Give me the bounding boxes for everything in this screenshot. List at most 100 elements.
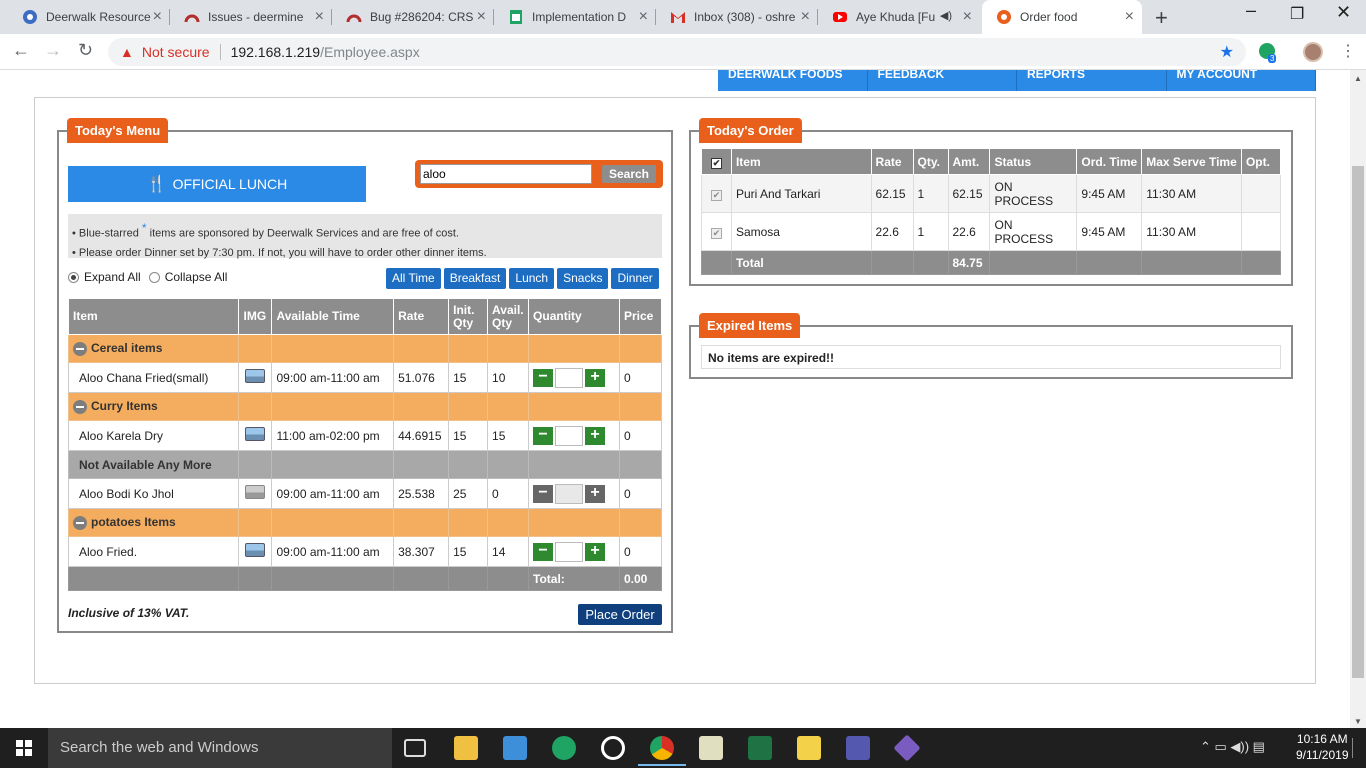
address-bar[interactable]: ▲ Not secure 192.168.1.219/Employee.aspx…: [108, 38, 1246, 66]
image-icon[interactable]: [245, 427, 266, 441]
item-time: 09:00 am-11:00 am: [271, 478, 395, 509]
tab-bug[interactable]: Bug #286204: CRS ×: [332, 0, 494, 34]
collapse-minus-icon[interactable]: [73, 341, 87, 356]
system-tray-icons[interactable]: ⌃ ▭ ◀)) ▤: [1200, 739, 1265, 755]
item-time: 09:00 am-11:00 am: [271, 536, 395, 567]
chrome-icon[interactable]: [638, 736, 686, 766]
filter-all-time-button[interactable]: All Time: [386, 268, 441, 289]
decrement-button[interactable]: −: [533, 426, 554, 445]
show-desktop-button[interactable]: [1352, 738, 1360, 758]
tab-deerwalk-resource[interactable]: Deerwalk Resource ×: [8, 0, 170, 34]
hangouts-icon[interactable]: [552, 736, 576, 760]
close-icon[interactable]: ×: [315, 9, 324, 25]
windows-start-icon[interactable]: [16, 740, 32, 756]
table-row: Aloo Chana Fried(small) 09:00 am-11:00 a…: [67, 362, 663, 393]
close-icon[interactable]: ×: [963, 9, 972, 25]
increment-button[interactable]: +: [585, 368, 606, 387]
expand-all-radio[interactable]: [68, 271, 79, 283]
close-icon[interactable]: ×: [801, 9, 810, 25]
image-icon[interactable]: [245, 543, 266, 557]
sticky-notes-icon[interactable]: [797, 736, 821, 760]
audio-playing-icon[interactable]: ◀): [940, 9, 952, 22]
url-host: 192.168.1.219: [230, 44, 321, 60]
place-order-button[interactable]: Place Order: [578, 604, 662, 625]
tab-inbox[interactable]: Inbox (308) - oshre ×: [656, 0, 818, 34]
close-icon[interactable]: ×: [639, 9, 648, 25]
filter-lunch-button[interactable]: Lunch: [509, 268, 555, 289]
col-price: Price: [618, 298, 663, 335]
filter-breakfast-button[interactable]: Breakfast: [443, 268, 507, 289]
not-secure-label[interactable]: Not secure: [142, 44, 210, 60]
tab-order-food[interactable]: Order food ×: [982, 0, 1142, 34]
new-tab-plus-icon[interactable]: +: [1155, 5, 1168, 31]
collapse-minus-icon[interactable]: [73, 515, 87, 530]
back-arrow-icon[interactable]: ←: [12, 40, 30, 61]
increment-button[interactable]: +: [585, 542, 606, 561]
category-row[interactable]: potatoes Items: [67, 508, 663, 537]
nav-my-account[interactable]: My Account: [1166, 70, 1316, 91]
collapse-all-radio[interactable]: [148, 271, 160, 283]
category-row[interactable]: Cereal items: [67, 334, 663, 363]
profile-avatar[interactable]: [1303, 42, 1323, 62]
category-cell[interactable]: Cereal items: [67, 334, 240, 363]
filter-dinner-button[interactable]: Dinner: [611, 268, 659, 289]
close-icon[interactable]: ×: [153, 9, 162, 25]
s3-icon[interactable]: [503, 736, 527, 760]
file-explorer-icon[interactable]: [454, 736, 478, 760]
menu-kebab-icon[interactable]: ⋮: [1340, 41, 1356, 61]
nav-deerwalk-foods[interactable]: Deerwalk Foods: [718, 70, 868, 91]
nav-feedback[interactable]: Feedback: [867, 70, 1017, 91]
decrement-button[interactable]: −: [533, 368, 554, 387]
minimize-icon[interactable]: –: [1246, 0, 1256, 21]
forward-arrow-icon[interactable]: →: [44, 40, 62, 61]
taskbar-clock[interactable]: 10:16 AM 9/11/2019: [1296, 731, 1349, 763]
expand-all-label[interactable]: Expand All: [84, 270, 141, 284]
task-view-icon[interactable]: [404, 739, 426, 757]
search-input[interactable]: [420, 164, 592, 184]
scroll-down-icon[interactable]: ▼: [1354, 717, 1362, 726]
decrement-button[interactable]: −: [533, 542, 554, 561]
category-row[interactable]: Curry Items: [67, 392, 663, 421]
scrollbar-thumb[interactable]: [1352, 166, 1364, 678]
collapse-minus-icon[interactable]: [73, 399, 87, 414]
image-icon[interactable]: [245, 485, 266, 499]
tab-youtube[interactable]: Aye Khuda [Fu ◀) ×: [818, 0, 980, 34]
deerwalk-icon: [22, 9, 38, 25]
search-button[interactable]: Search: [602, 165, 656, 183]
window-close-icon[interactable]: ✕: [1336, 2, 1351, 23]
taskbar-search-input[interactable]: Search the web and Windows: [48, 728, 392, 768]
tab-issues[interactable]: Issues - deermine ×: [170, 0, 332, 34]
select-all-checkbox[interactable]: ✔: [710, 157, 722, 169]
clock-time: 10:16 AM: [1296, 732, 1348, 746]
image-icon[interactable]: [245, 369, 266, 383]
increment-button[interactable]: +: [585, 426, 606, 445]
category-cell[interactable]: potatoes Items: [67, 508, 240, 537]
git-icon[interactable]: [893, 734, 921, 762]
filter-snacks-button[interactable]: Snacks: [557, 268, 609, 289]
close-icon[interactable]: ×: [477, 9, 486, 25]
teams-icon[interactable]: [846, 736, 870, 760]
category-name: Cereal items: [91, 341, 163, 356]
reload-icon[interactable]: ↻: [78, 40, 93, 61]
notepad-icon[interactable]: [699, 736, 723, 760]
nav-reports[interactable]: Reports: [1017, 70, 1167, 91]
quantity-input[interactable]: [555, 367, 584, 388]
excel-icon[interactable]: [748, 736, 772, 760]
category-name: Not Available Any More: [67, 450, 240, 479]
tab-implementation[interactable]: Implementation D ×: [494, 0, 656, 34]
expand-collapse-options: Expand All Collapse All: [68, 270, 227, 284]
search-app-icon[interactable]: [601, 736, 625, 760]
official-lunch-button[interactable]: 🍴 OFFICIAL LUNCH: [68, 166, 366, 202]
page-scrollbar[interactable]: ▲ ▼: [1350, 70, 1366, 728]
close-icon[interactable]: ×: [1125, 9, 1134, 25]
quantity-input[interactable]: [555, 425, 584, 446]
row-checkbox: ✔: [710, 189, 722, 201]
quantity-input[interactable]: [555, 541, 584, 562]
maximize-icon[interactable]: ❐: [1290, 4, 1304, 24]
bookmark-star-icon[interactable]: ★: [1220, 42, 1234, 62]
item-name: Aloo Chana Fried(small): [67, 362, 240, 393]
category-cell[interactable]: Curry Items: [67, 392, 240, 421]
col-quantity: Quantity: [528, 298, 620, 335]
collapse-all-label[interactable]: Collapse All: [165, 270, 228, 284]
scroll-up-icon[interactable]: ▲: [1354, 74, 1362, 83]
